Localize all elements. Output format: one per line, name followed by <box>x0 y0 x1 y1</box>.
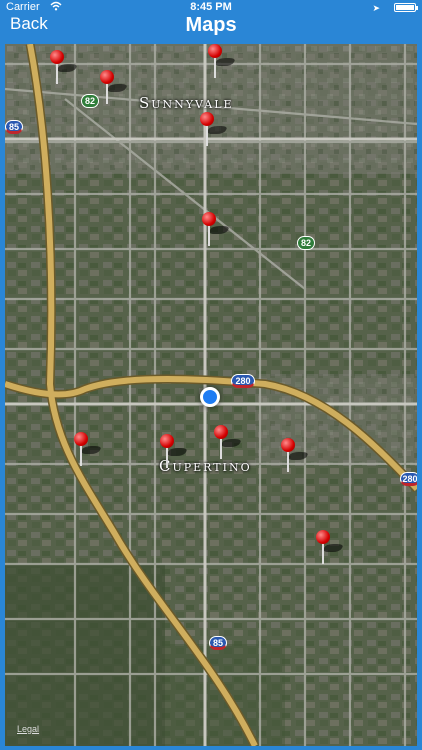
legal-link[interactable]: Legal <box>17 724 39 734</box>
highway-82-shield-east: 82 <box>297 236 315 250</box>
highway-280-shield: 280 <box>231 374 255 388</box>
location-arrow-icon: ➤ <box>372 3 380 13</box>
highway-280-shield-east: 280 <box>400 472 417 486</box>
map-pin[interactable] <box>281 438 310 472</box>
map-pin[interactable] <box>214 425 243 459</box>
map-pin[interactable] <box>316 530 345 564</box>
map-pin[interactable] <box>100 70 129 104</box>
highway-82-shield: 82 <box>81 94 99 108</box>
current-location-dot <box>200 387 220 407</box>
status-time: 8:45 PM <box>190 1 232 13</box>
highway-85-shield: 85 <box>5 120 23 134</box>
highway-85-shield-south: 85 <box>209 636 227 650</box>
map-pin[interactable] <box>200 112 229 146</box>
map-pin[interactable] <box>74 432 103 466</box>
map-pin[interactable] <box>50 50 79 84</box>
map-pin[interactable] <box>160 434 189 468</box>
map-pin[interactable] <box>202 212 231 246</box>
city-label-sunnyvale: Sunnyvale <box>139 94 234 112</box>
battery-icon <box>394 3 418 12</box>
satellite-map[interactable]: Sunnyvale Cupertino 85 82 82 280 280 85 … <box>5 44 417 746</box>
map-pin[interactable] <box>208 44 237 78</box>
page-title: Maps <box>185 14 237 36</box>
navigation-bar: Back Maps <box>0 14 422 38</box>
status-bar: Carrier 8:45 PM ➤ <box>0 0 422 14</box>
